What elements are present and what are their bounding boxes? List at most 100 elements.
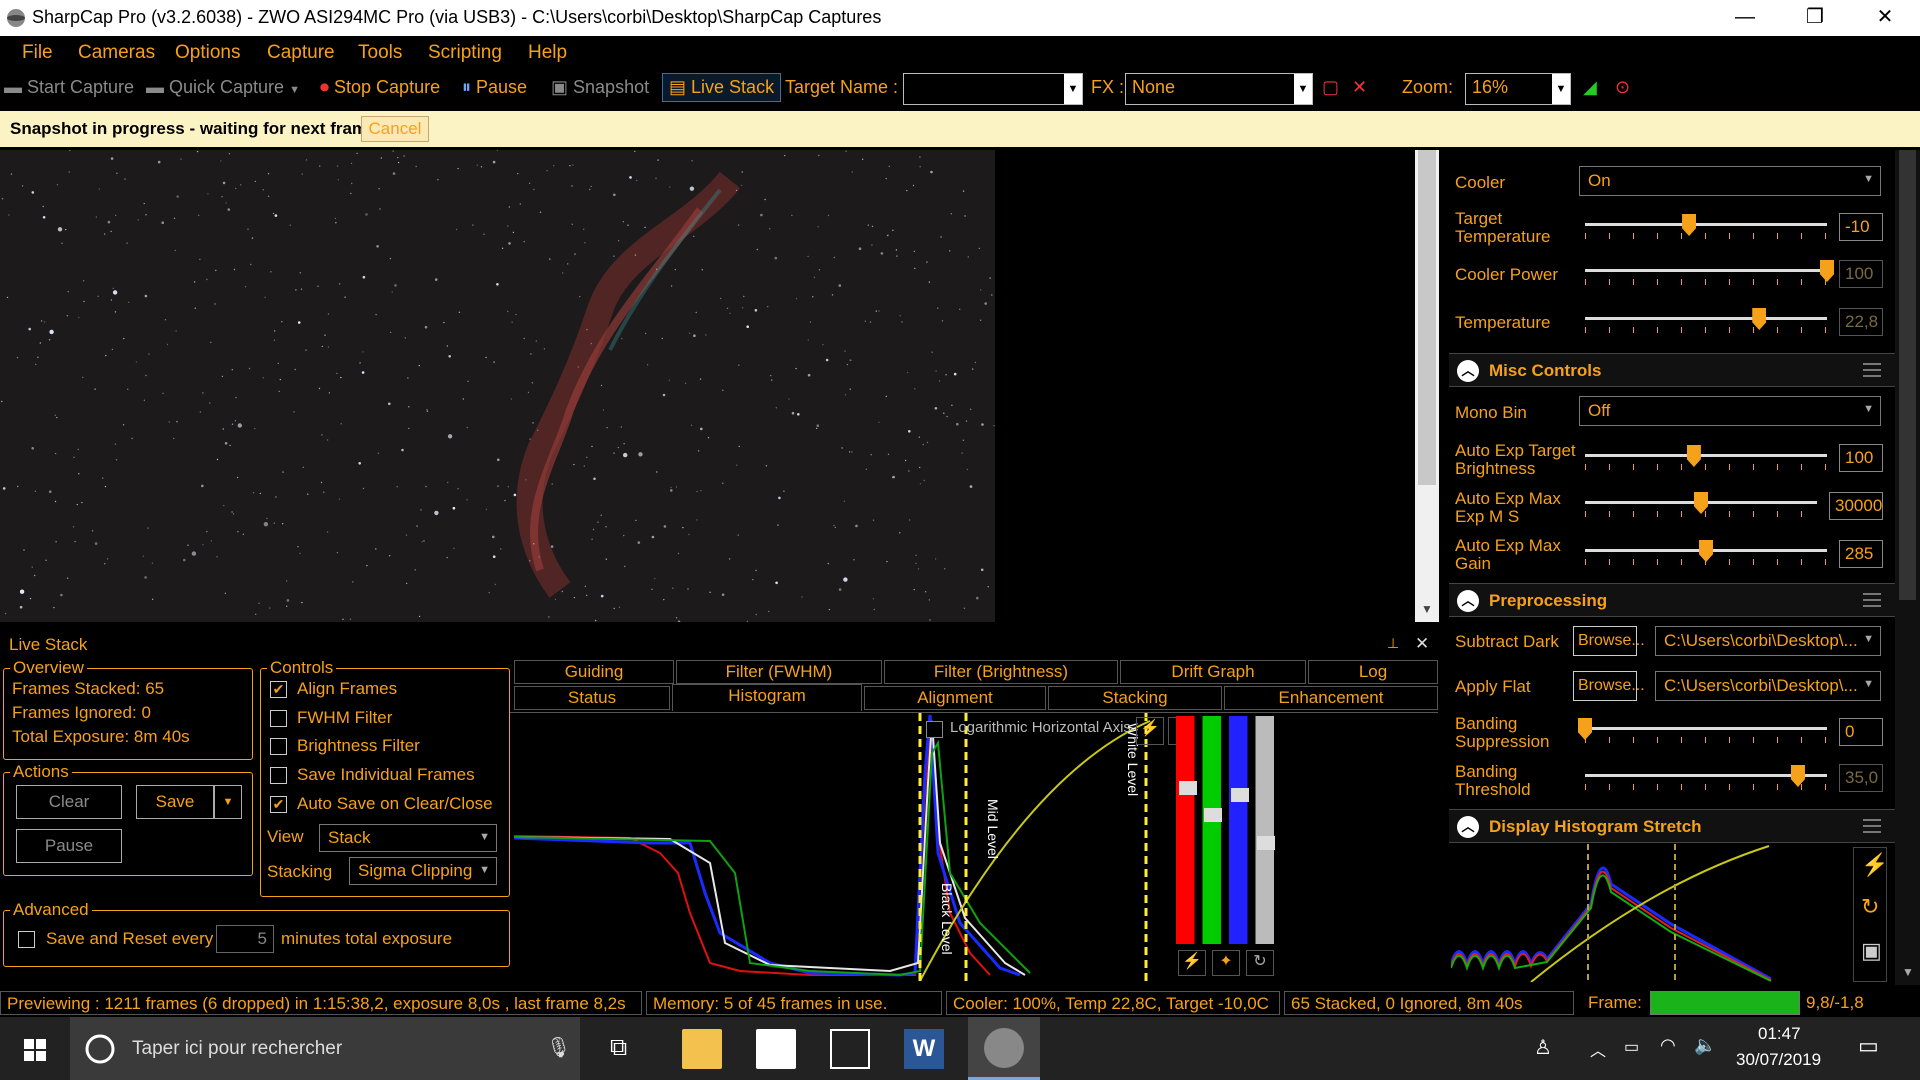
chevron-down-icon[interactable]: ▼ <box>1421 602 1433 616</box>
volume-icon[interactable]: 🔈 <box>1694 1035 1716 1056</box>
channel-level-sliders[interactable] <box>1176 716 1278 944</box>
menu-options[interactable]: Options <box>175 42 240 64</box>
save-individual-frames-checkbox[interactable] <box>270 767 287 784</box>
menu-file[interactable]: File <box>22 42 53 64</box>
menu-icon[interactable] <box>1863 819 1881 833</box>
target-temp-slider[interactable] <box>1585 214 1827 240</box>
maximize-button[interactable]: ❐ <box>1780 0 1850 36</box>
target-temp-value[interactable]: -10 <box>1839 213 1883 241</box>
banding-suppression-slider[interactable] <box>1578 718 1827 744</box>
flat-path-select[interactable]: C:\Users\corbi\Desktop\... ▼ <box>1655 671 1881 701</box>
blue-slider-handle[interactable] <box>1231 788 1249 802</box>
snapshot-button[interactable]: ▣ Snapshot <box>551 77 649 98</box>
tab-histogram[interactable]: Histogram <box>672 684 862 711</box>
auto-exp-target-value[interactable]: 100 <box>1839 444 1883 472</box>
grid-off-icon[interactable]: ✕ <box>1352 77 1367 98</box>
windows-start-icon[interactable] <box>24 1039 46 1061</box>
preprocessing-header[interactable]: ︿ Preprocessing <box>1449 583 1895 617</box>
close-window-button[interactable]: ✕ <box>1850 0 1920 36</box>
log-axis-checkbox[interactable] <box>926 721 943 738</box>
red-slider-handle[interactable] <box>1179 781 1197 795</box>
pause-button[interactable]: ⏸ Pause <box>462 77 527 98</box>
view-select[interactable]: Stack ▼ <box>319 824 497 852</box>
menu-capture[interactable]: Capture <box>267 42 335 64</box>
chevron-down-icon[interactable]: ▼ <box>1902 965 1914 979</box>
people-icon[interactable]: ♙ <box>1534 1035 1552 1060</box>
task-view-icon[interactable]: ⧉ <box>610 1034 627 1062</box>
tab-enhancement[interactable]: Enhancement <box>1224 686 1438 710</box>
minutes-stepper[interactable]: 5 <box>216 925 274 953</box>
fx-combo[interactable]: None ▼ <box>1125 73 1313 105</box>
stop-capture-button[interactable]: ⏺ Stop Capture <box>320 77 440 98</box>
clock-date[interactable]: 30/07/2019 <box>1736 1050 1821 1070</box>
menu-icon[interactable] <box>1863 593 1881 607</box>
display-stretch-histogram[interactable] <box>1451 844 1851 982</box>
store-icon[interactable] <box>756 1029 796 1069</box>
browse-flat-button[interactable]: Browse... <box>1573 671 1645 701</box>
start-capture-button[interactable]: ▬ Start Capture <box>4 77 134 98</box>
auto-exp-target-slider[interactable] <box>1585 445 1827 471</box>
green-slider-handle[interactable] <box>1204 808 1222 822</box>
save-button[interactable]: Save <box>136 785 214 819</box>
lightning-icon[interactable]: ⚡ <box>1178 950 1206 976</box>
tab-drift-graph[interactable]: Drift Graph <box>1120 660 1306 684</box>
chevron-up-icon[interactable]: ︿ <box>1457 590 1479 612</box>
browse-dark-button[interactable]: Browse... <box>1573 626 1645 656</box>
file-explorer-icon[interactable] <box>682 1029 722 1069</box>
auto-exp-gain-value[interactable]: 285 <box>1839 540 1883 568</box>
tab-guiding[interactable]: Guiding <box>514 660 674 684</box>
mail-icon[interactable] <box>830 1029 870 1069</box>
tab-stacking[interactable]: Stacking <box>1048 686 1222 710</box>
minimize-button[interactable]: — <box>1710 0 1780 36</box>
quick-capture-button[interactable]: ▬ Quick Capture ▼ <box>146 77 300 98</box>
viewer-scrollbar[interactable]: ▼ <box>1415 150 1439 622</box>
menu-icon[interactable] <box>1863 363 1881 377</box>
stack-histogram[interactable]: Black Level Mid Level White Level Logari… <box>510 712 1438 982</box>
fwhm-filter-checkbox[interactable] <box>270 710 287 727</box>
chevron-up-icon[interactable]: ︿ <box>1457 816 1479 838</box>
microphone-icon[interactable]: 🎙 <box>546 1035 571 1060</box>
menu-tools[interactable]: Tools <box>358 42 402 64</box>
scrollbar-thumb[interactable] <box>1418 150 1436 485</box>
sparkle-icon[interactable]: ✦ <box>1212 950 1240 976</box>
reset-icon[interactable]: ↻ <box>1861 894 1879 920</box>
banding-threshold-slider[interactable] <box>1585 765 1827 791</box>
menu-cameras[interactable]: Cameras <box>78 42 155 64</box>
image-viewer[interactable] <box>0 150 995 622</box>
lightning-icon[interactable]: ⚡ <box>1861 852 1888 878</box>
cancel-button[interactable]: Cancel <box>361 116 429 142</box>
banding-suppression-value[interactable]: 0 <box>1839 718 1883 746</box>
close-panel-button[interactable]: ✕ <box>1415 634 1429 654</box>
cooler-power-slider[interactable] <box>1585 260 1834 286</box>
zoom-combo[interactable]: 16% ▼ <box>1465 73 1571 105</box>
auto-save-checkbox[interactable]: ✔ <box>270 796 287 813</box>
stacking-select[interactable]: Sigma Clipping ▼ <box>349 857 497 885</box>
tab-log[interactable]: Log <box>1308 660 1438 684</box>
wifi-icon[interactable]: ◠ <box>1660 1035 1676 1056</box>
scrollbar-thumb[interactable] <box>1899 150 1916 600</box>
cooler-select[interactable]: On ▼ <box>1579 166 1881 196</box>
clock-time[interactable]: 01:47 <box>1758 1024 1801 1044</box>
clear-button[interactable]: Clear <box>16 785 122 819</box>
chevron-up-icon[interactable]: ︿ <box>1590 1037 1606 1061</box>
auto-stretch-icon[interactable]: ⚡ <box>1136 717 1164 745</box>
menu-help[interactable]: Help <box>528 42 567 64</box>
histogram-icon[interactable]: ◢ <box>1583 77 1597 98</box>
save-icon[interactable]: ▣ <box>1861 938 1882 964</box>
battery-icon[interactable]: ▭ <box>1624 1037 1639 1057</box>
sharpcap-taskbar-button[interactable] <box>968 1017 1040 1080</box>
misc-controls-header[interactable]: ︿ Misc Controls <box>1449 353 1895 387</box>
brightness-filter-checkbox[interactable] <box>270 738 287 755</box>
auto-exp-max-slider[interactable] <box>1585 492 1817 518</box>
display-histogram-stretch-header[interactable]: ︿ Display Histogram Stretch <box>1449 809 1895 843</box>
reset-icon[interactable]: ↻ <box>1246 950 1274 976</box>
save-reset-checkbox[interactable] <box>18 931 35 948</box>
pause-stack-button[interactable]: Pause <box>16 829 122 863</box>
save-options-dropdown[interactable]: ▼ <box>214 785 242 819</box>
tab-filter-fwhm[interactable]: Filter (FWHM) <box>676 660 882 684</box>
right-panel-scrollbar[interactable]: ▼ <box>1895 150 1920 985</box>
auto-exp-gain-slider[interactable] <box>1585 540 1827 566</box>
taskbar-search-box[interactable]: Taper ici pour rechercher 🎙 <box>70 1017 580 1080</box>
action-center-icon[interactable]: ▭ <box>1858 1033 1879 1059</box>
tab-status[interactable]: Status <box>514 686 670 710</box>
